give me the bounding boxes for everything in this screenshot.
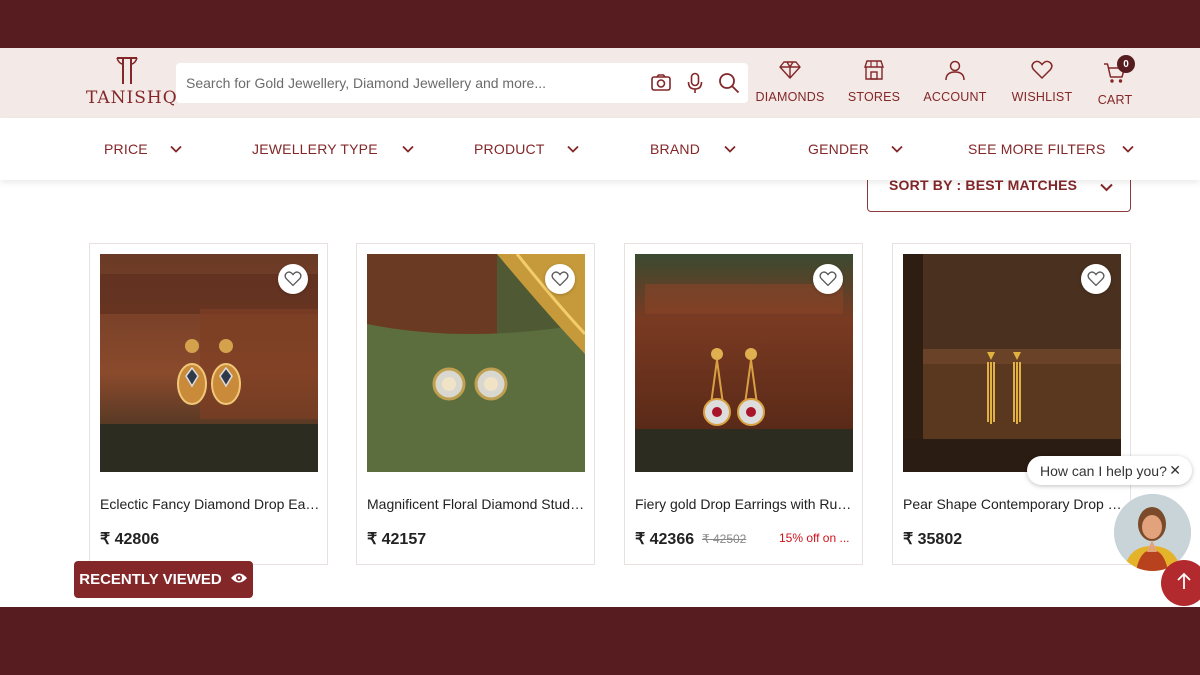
product-image[interactable]: [635, 254, 853, 472]
chevron-down-icon: [1121, 145, 1134, 153]
product-price: ₹ 35802: [903, 531, 963, 548]
wishlist-heart-icon[interactable]: [813, 264, 843, 294]
user-icon: [944, 56, 966, 84]
nav-wishlist-label: WISHLIST: [1011, 90, 1073, 104]
recently-viewed-button[interactable]: RECENTLY VIEWED: [74, 561, 253, 598]
chevron-down-icon: [170, 145, 182, 153]
chevron-down-icon: [891, 145, 903, 153]
help-chat-bubble[interactable]: How can I help you? ✕: [1027, 456, 1192, 485]
search-icon[interactable]: [718, 72, 740, 94]
filter-jewellery-type-label: JEWELLERY TYPE: [252, 141, 378, 157]
chevron-down-icon: [566, 145, 579, 153]
chevron-down-icon: [1100, 179, 1113, 197]
product-title[interactable]: Pear Shape Contemporary Drop E...: [903, 496, 1123, 512]
nav-account-label: ACCOUNT: [923, 90, 987, 104]
diamond-icon: [779, 56, 801, 84]
filter-product[interactable]: PRODUCT: [474, 118, 579, 180]
product-image[interactable]: [367, 254, 585, 472]
search-bar: [176, 63, 748, 103]
nav-stores[interactable]: STORES: [847, 56, 901, 112]
product-image[interactable]: [903, 254, 1121, 472]
help-text: How can I help you?: [1040, 462, 1167, 479]
heart-icon: [1031, 56, 1053, 84]
store-icon: [863, 56, 885, 84]
filter-product-label: PRODUCT: [474, 141, 545, 157]
product-mrp: ₹ 42502: [702, 532, 747, 546]
nav-cart-label: CART: [1097, 93, 1133, 107]
tanishq-logo[interactable]: TANISHQ: [86, 54, 178, 112]
wishlist-heart-icon[interactable]: [545, 264, 575, 294]
product-card[interactable]: Eclectic Fancy Diamond Drop Earri... ₹ 4…: [89, 243, 328, 565]
filter-price-label: PRICE: [104, 141, 148, 157]
product-card[interactable]: Magnificent Floral Diamond Stud E... ₹ 4…: [356, 243, 595, 565]
chevron-down-icon: [402, 145, 414, 153]
wishlist-heart-icon[interactable]: [278, 264, 308, 294]
nav-wishlist[interactable]: WISHLIST: [1011, 56, 1073, 112]
nav-diamonds[interactable]: DIAMONDS: [755, 56, 825, 112]
chevron-down-icon: [724, 145, 736, 153]
logo-wordmark: TANISHQ: [86, 88, 178, 108]
product-title[interactable]: Eclectic Fancy Diamond Drop Earri...: [100, 496, 320, 512]
filter-gender-label: GENDER: [808, 141, 870, 157]
filter-bar: PRICE JEWELLERY TYPE PRODUCT BRAND GENDE…: [0, 118, 1200, 180]
logo-mark-icon: [116, 57, 138, 84]
nav-stores-label: STORES: [847, 90, 901, 104]
filter-price[interactable]: PRICE: [104, 118, 182, 180]
product-discount: 15% off on ...: [779, 531, 850, 545]
microphone-icon[interactable]: [684, 72, 706, 94]
product-card[interactable]: Pear Shape Contemporary Drop E... ₹ 3580…: [892, 243, 1131, 565]
filter-see-more[interactable]: SEE MORE FILTERS: [968, 118, 1134, 180]
search-input[interactable]: [186, 63, 636, 103]
nav-diamonds-label: DIAMONDS: [755, 90, 825, 104]
product-title[interactable]: Magnificent Floral Diamond Stud E...: [367, 496, 587, 512]
arrow-up-icon: [1177, 572, 1191, 595]
recently-viewed-label: RECENTLY VIEWED: [79, 571, 222, 588]
product-price: ₹ 42806: [100, 531, 160, 548]
product-price: ₹ 42366: [635, 531, 695, 548]
scroll-to-top-button[interactable]: [1161, 560, 1200, 606]
search-actions: [650, 63, 740, 103]
product-image[interactable]: [100, 254, 318, 472]
close-icon[interactable]: ✕: [1169, 462, 1181, 479]
wishlist-heart-icon[interactable]: [1081, 264, 1111, 294]
filter-brand[interactable]: BRAND: [650, 118, 736, 180]
top-band: [0, 0, 1200, 48]
product-title[interactable]: Fiery gold Drop Earrings with Rubi...: [635, 496, 855, 512]
eye-icon: [230, 571, 248, 588]
filter-jewellery-type[interactable]: JEWELLERY TYPE: [252, 118, 414, 180]
header: TANISHQ DIAMONDS STORES ACC: [0, 48, 1200, 118]
nav-account[interactable]: ACCOUNT: [923, 56, 987, 112]
product-price: ₹ 42157: [367, 531, 427, 548]
bottom-band: [0, 607, 1200, 675]
product-card[interactable]: Fiery gold Drop Earrings with Rubi... ₹ …: [624, 243, 863, 565]
filter-see-more-label: SEE MORE FILTERS: [968, 141, 1106, 157]
cart-count-badge: 0: [1117, 55, 1135, 73]
filter-gender[interactable]: GENDER: [808, 118, 903, 180]
camera-icon[interactable]: [650, 72, 672, 94]
filter-brand-label: BRAND: [650, 141, 701, 157]
